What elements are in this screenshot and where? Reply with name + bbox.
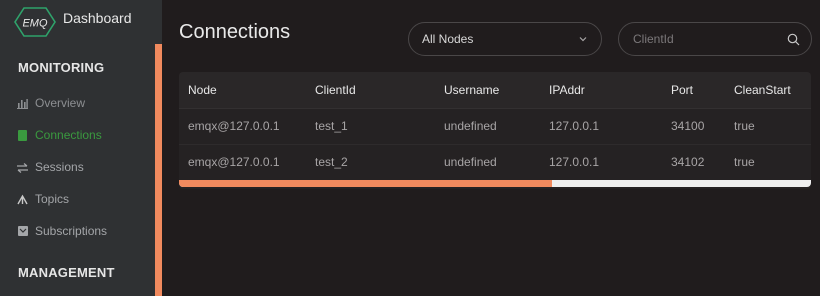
document-icon: [17, 129, 28, 141]
horizontal-scrollbar[interactable]: [179, 180, 811, 187]
column-header-clientid[interactable]: ClientId: [315, 72, 444, 109]
sidebar: EMQ Dashboard MONITORING Overview Connec…: [0, 0, 162, 296]
search-icon[interactable]: [787, 33, 800, 46]
cell-node: emqx@127.0.0.1: [179, 108, 315, 145]
sidebar-item-label: Sessions: [35, 160, 84, 174]
sidebar-item-label: Overview: [35, 96, 86, 110]
clientid-search[interactable]: [618, 22, 812, 56]
cell-cleanstart: true: [734, 108, 811, 145]
cell-port: 34100: [671, 108, 734, 145]
emq-logo: EMQ: [14, 7, 56, 37]
sidebar-item-label: Connections: [35, 128, 102, 142]
cell-ipaddr: 127.0.0.1: [549, 108, 671, 145]
column-header-cleanstart[interactable]: CleanStart: [734, 72, 811, 109]
message-icon: [17, 226, 28, 237]
table-row[interactable]: emqx@127.0.0.1 test_1 undefined 127.0.0.…: [179, 108, 811, 145]
sidebar-item-connections[interactable]: Connections: [0, 119, 155, 151]
sidebar-item-label: Subscriptions: [35, 224, 108, 238]
column-header-ipaddr[interactable]: IPAddr: [549, 72, 671, 109]
cell-ipaddr: 127.0.0.1: [549, 144, 671, 181]
cell-port: 34102: [671, 144, 734, 181]
bar-chart-icon: [17, 98, 28, 109]
node-select[interactable]: All Nodes: [408, 22, 602, 56]
cell-clientid: test_1: [315, 108, 444, 145]
column-header-node[interactable]: Node: [179, 72, 315, 109]
sidebar-item-label: Topics: [35, 192, 70, 206]
cell-username: undefined: [444, 108, 549, 145]
table-row[interactable]: emqx@127.0.0.1 test_2 undefined 127.0.0.…: [179, 144, 811, 181]
svg-text:EMQ: EMQ: [22, 18, 48, 30]
section-monitoring: MONITORING: [18, 60, 105, 75]
sidebar-item-sessions[interactable]: Sessions: [0, 151, 155, 183]
app-title: Dashboard: [63, 10, 132, 26]
cell-cleanstart: true: [734, 144, 811, 181]
brand[interactable]: EMQ Dashboard: [0, 0, 155, 44]
cell-node: emqx@127.0.0.1: [179, 144, 315, 181]
sidebar-accent-bar: [155, 44, 162, 296]
chevron-down-icon: [579, 37, 587, 42]
connections-table: Node ClientId Username IPAddr Port Clean…: [179, 72, 811, 189]
cell-clientid: test_2: [315, 144, 444, 181]
branch-icon: [17, 194, 28, 205]
node-select-value: All Nodes: [422, 32, 474, 46]
scrollbar-thumb[interactable]: [179, 180, 552, 187]
section-management: MANAGEMENT: [18, 265, 115, 280]
sidebar-item-topics[interactable]: Topics: [0, 183, 155, 215]
sidebar-item-overview[interactable]: Overview: [0, 87, 155, 119]
table-header-row: Node ClientId Username IPAddr Port Clean…: [179, 72, 811, 109]
swap-arrows-icon: [17, 162, 28, 173]
cell-username: undefined: [444, 144, 549, 181]
page-title: Connections: [179, 21, 291, 43]
column-header-username[interactable]: Username: [444, 72, 549, 109]
sidebar-item-subscriptions[interactable]: Subscriptions: [0, 215, 155, 247]
column-header-port[interactable]: Port: [671, 72, 734, 109]
clientid-search-input[interactable]: [633, 32, 773, 46]
